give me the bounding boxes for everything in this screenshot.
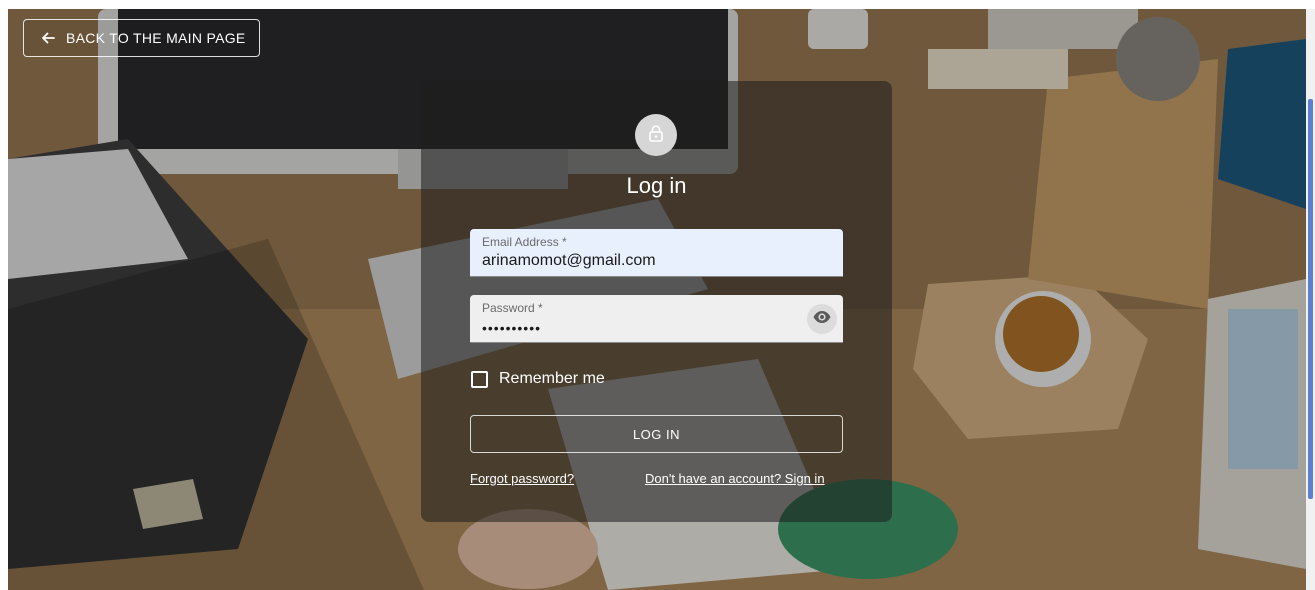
back-to-main-label: BACK TO THE MAIN PAGE xyxy=(66,30,246,46)
scrollbar-thumb[interactable] xyxy=(1308,99,1313,499)
password-input[interactable]: •••••••••• xyxy=(482,320,782,336)
lock-avatar xyxy=(635,114,677,156)
page-title: Log in xyxy=(626,173,687,198)
login-page: BACK TO THE MAIN PAGE Log in Email Addre… xyxy=(0,0,1315,590)
eye-icon xyxy=(812,307,832,332)
back-to-main-button[interactable]: BACK TO THE MAIN PAGE xyxy=(23,19,260,57)
sign-up-link[interactable]: Don't have an account? Sign in xyxy=(645,471,825,486)
lock-icon xyxy=(646,123,666,148)
login-button[interactable]: LOG IN xyxy=(470,415,843,453)
scrollbar[interactable] xyxy=(1306,9,1315,590)
remember-me-checkbox[interactable]: Remember me xyxy=(471,370,605,388)
password-field[interactable]: Password * •••••••••• xyxy=(470,295,843,343)
email-field[interactable]: Email Address * arinamomot@gmail.com xyxy=(470,229,843,277)
checkbox-box[interactable] xyxy=(471,370,488,388)
remember-me-label: Remember me xyxy=(499,370,605,387)
password-label: Password * xyxy=(482,301,543,315)
email-input[interactable]: arinamomot@gmail.com xyxy=(482,252,782,270)
email-label: Email Address * xyxy=(482,235,567,249)
arrow-left-icon xyxy=(40,30,56,46)
toggle-password-visibility-button[interactable] xyxy=(807,304,837,334)
forgot-password-link[interactable]: Forgot password? xyxy=(470,471,574,486)
